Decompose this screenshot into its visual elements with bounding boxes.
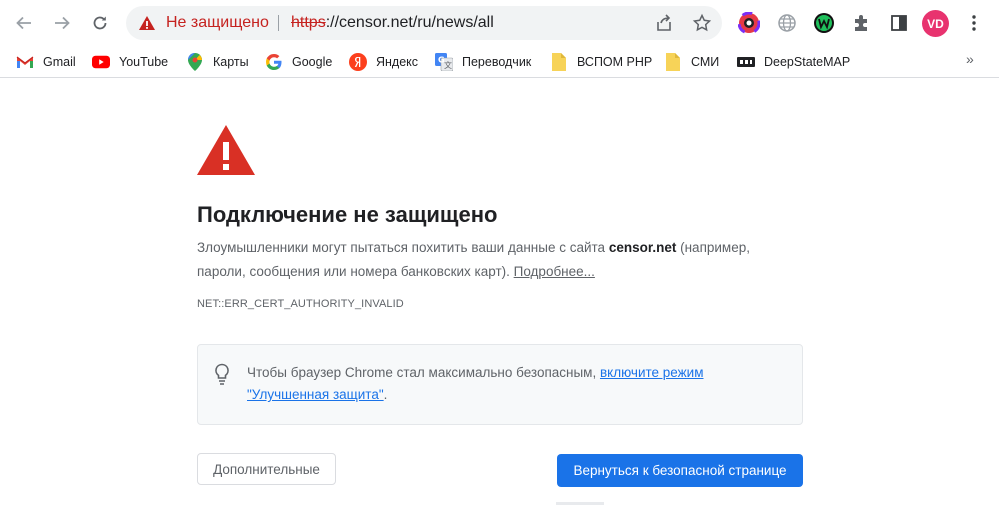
bookmark-folder-smi[interactable]: СМИ xyxy=(664,52,719,72)
advanced-button[interactable]: Дополнительные xyxy=(197,453,336,485)
deepstate-icon xyxy=(737,53,755,71)
bookmark-gmail[interactable]: Gmail xyxy=(16,52,76,72)
page-title: Подключение не защищено xyxy=(197,202,498,227)
bookmark-star-icon[interactable] xyxy=(692,13,712,33)
profile-avatar[interactable]: VD xyxy=(922,10,949,37)
folder-icon xyxy=(550,53,568,71)
url-scheme: https xyxy=(291,14,326,31)
browser-toolbar: Не защищено https://censor.net/ru/news/a… xyxy=(0,0,999,46)
bookmark-yandex[interactable]: Яндекс xyxy=(349,52,418,72)
bookmark-translate[interactable]: G文 Переводчик xyxy=(435,52,531,72)
bookmark-maps[interactable]: Карты xyxy=(186,52,249,72)
google-icon xyxy=(265,53,283,71)
back-button[interactable] xyxy=(9,8,39,38)
maps-icon xyxy=(186,53,204,71)
url-text[interactable]: https://censor.net/ru/news/all xyxy=(291,14,494,32)
bookmark-label: Google xyxy=(292,55,333,69)
bookmark-folder-vspom-php[interactable]: ВСПОМ PHP xyxy=(550,52,652,72)
error-code: NET::ERR_CERT_AUTHORITY_INVALID xyxy=(197,298,404,310)
folder-icon xyxy=(664,53,682,71)
arrow-left-icon xyxy=(16,16,31,30)
extension-colorful-icon[interactable] xyxy=(737,11,761,35)
omnibox-divider xyxy=(278,15,279,31)
globe-icon[interactable] xyxy=(775,11,799,35)
bookmark-label: СМИ xyxy=(691,55,720,69)
extensions-puzzle-icon[interactable] xyxy=(850,11,874,35)
more-vert-icon xyxy=(972,15,976,31)
share-icon[interactable] xyxy=(654,13,674,33)
enhanced-protection-tip: Чтобы браузер Chrome стал максимально бе… xyxy=(197,344,803,425)
chrome-menu-button[interactable] xyxy=(964,11,984,35)
bookmark-label: YouTube xyxy=(119,55,169,69)
bookmark-label: Карты xyxy=(213,55,249,69)
svg-text:文: 文 xyxy=(444,60,452,70)
not-secure-warning-icon[interactable] xyxy=(138,14,156,32)
arrow-right-icon xyxy=(55,16,70,30)
bookmarks-bar: Gmail YouTube Карты Google Яндекс G文 Пер… xyxy=(0,46,999,78)
description-text: Злоумышленники могут пытаться похитить в… xyxy=(197,240,609,255)
bookmark-label: Переводчик xyxy=(462,55,532,69)
bookmark-label: Gmail xyxy=(43,55,76,69)
gmail-icon xyxy=(16,53,34,71)
reload-button[interactable] xyxy=(85,8,115,38)
reload-icon xyxy=(93,16,107,30)
youtube-icon xyxy=(92,53,110,71)
danger-triangle-icon xyxy=(197,125,255,175)
bookmark-label: DeepStateMAP xyxy=(764,55,851,69)
side-panel-icon[interactable] xyxy=(887,11,911,35)
yandex-icon xyxy=(349,53,367,71)
address-bar[interactable]: Не защищено https://censor.net/ru/news/a… xyxy=(126,6,722,40)
bookmark-deepstatemap[interactable]: DeepStateMAP xyxy=(737,52,850,72)
not-secure-label[interactable]: Не защищено xyxy=(166,14,269,32)
extension-green-w-icon[interactable] xyxy=(812,11,836,35)
bookmark-youtube[interactable]: YouTube xyxy=(92,52,168,72)
warning-description: Злоумышленники могут пытаться похитить в… xyxy=(197,236,797,284)
more-bookmarks-button[interactable]: » xyxy=(966,51,974,67)
bookmark-label: Яндекс xyxy=(376,55,419,69)
learn-more-link[interactable]: Подробнее... xyxy=(514,264,595,279)
forward-button[interactable] xyxy=(47,8,77,38)
bookmark-label: ВСПОМ PHP xyxy=(577,55,653,69)
tip-text: Чтобы браузер Chrome стал максимально бе… xyxy=(247,362,777,406)
tip-text-prefix: Чтобы браузер Chrome стал максимально бе… xyxy=(247,365,600,380)
site-domain: censor.net xyxy=(608,240,677,255)
lightbulb-icon xyxy=(215,363,229,385)
bookmark-google[interactable]: Google xyxy=(265,52,332,72)
tip-text-suffix: . xyxy=(383,387,388,402)
url-path: ://censor.net/ru/news/all xyxy=(325,14,494,31)
translate-icon: G文 xyxy=(435,53,453,71)
back-to-safety-button[interactable]: Вернуться к безопасной странице xyxy=(557,454,803,487)
